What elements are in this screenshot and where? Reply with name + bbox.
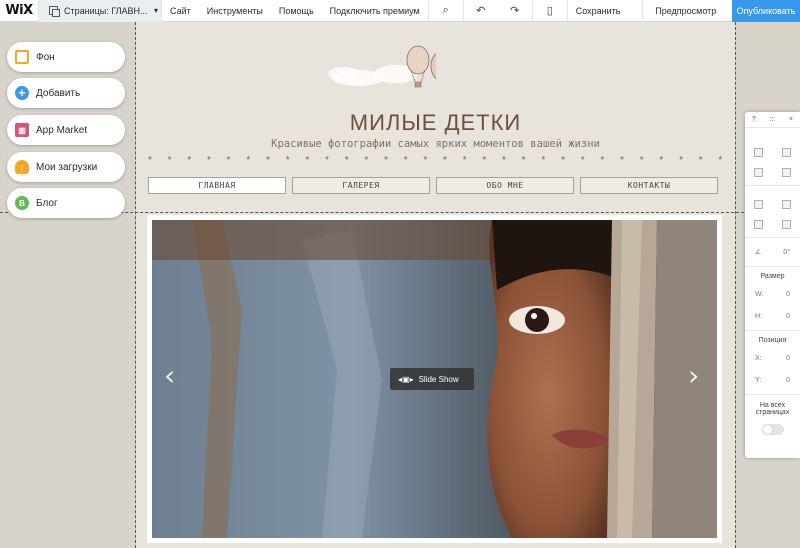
menu-site[interactable]: Сайт xyxy=(162,0,199,22)
paste-icon[interactable] xyxy=(781,147,791,157)
slideshow-badge[interactable]: ◂▣▸ Slide Show xyxy=(390,368,474,390)
height-label: H: xyxy=(755,312,762,320)
pages-icon xyxy=(49,6,60,17)
canvas-guide-right xyxy=(735,22,736,548)
upload-icon: ↑ xyxy=(15,160,29,174)
left-panel-label: Добавить xyxy=(36,87,81,99)
slideshow-prev-icon[interactable]: ‹ xyxy=(164,362,175,390)
left-panel-label: Блог xyxy=(36,197,58,209)
distribute-icon[interactable] xyxy=(781,219,791,229)
slideshow-badge-label: Slide Show xyxy=(418,374,459,384)
inspector-divider xyxy=(745,237,800,238)
mobile-view-icon[interactable]: ▯ xyxy=(533,0,567,22)
x-label: X: xyxy=(755,354,762,362)
menu-tools[interactable]: Инструменты xyxy=(199,0,271,22)
width-value: 0 xyxy=(786,290,790,298)
nav-gallery[interactable]: ГАЛЕРЕЯ xyxy=(292,177,430,194)
page-selector[interactable]: Страницы: ГЛАВН... ▾ xyxy=(38,0,162,22)
width-field[interactable]: W: 0 xyxy=(745,283,800,305)
size-label: Размер xyxy=(760,273,785,280)
wix-logo[interactable]: WiX xyxy=(0,0,38,22)
left-panel-app-market[interactable]: ▥ App Market xyxy=(7,115,125,145)
close-icon[interactable]: × xyxy=(789,116,793,123)
menu-help[interactable]: Помощь xyxy=(271,0,322,22)
plus-icon: + xyxy=(15,86,29,100)
help-icon[interactable]: ? xyxy=(752,116,756,123)
height-field[interactable]: H: 0 xyxy=(745,305,800,327)
bring-forward-icon[interactable] xyxy=(754,199,764,209)
left-panel-uploads[interactable]: ↑ Мои загрузки xyxy=(7,152,125,182)
nav-about[interactable]: ОБО МНЕ xyxy=(436,177,574,194)
all-pages-label: На всех страницах xyxy=(755,402,790,416)
inspector-divider xyxy=(745,185,800,186)
rotation-field[interactable]: ∠ 0° xyxy=(745,241,800,263)
position-label: Позиция xyxy=(758,337,787,344)
height-value: 0 xyxy=(786,312,790,320)
left-panel-label: App Market xyxy=(36,124,88,136)
inspector-duplicate-row xyxy=(745,162,800,182)
x-value: 0 xyxy=(786,354,790,362)
site-title[interactable]: МИЛЫЕ ДЕТКИ xyxy=(136,110,735,136)
y-value: 0 xyxy=(786,376,790,384)
inspector-header: ? ::: × xyxy=(745,112,800,128)
inspector-copy-row xyxy=(745,142,800,162)
background-icon xyxy=(15,50,29,64)
trash-icon[interactable] xyxy=(781,167,791,177)
slideshow-next-icon[interactable]: › xyxy=(688,362,699,390)
left-panel-label: Мои загрузки xyxy=(36,161,98,173)
inspector-divider xyxy=(745,266,800,267)
inspector-align-row xyxy=(745,214,800,234)
left-panel-label: Фон xyxy=(36,51,55,63)
undo-icon[interactable]: ↶ xyxy=(464,0,498,22)
redo-icon[interactable]: ↷ xyxy=(498,0,532,22)
inspector-divider xyxy=(745,330,800,331)
top-toolbar: WiX Страницы: ГЛАВН... ▾ Сайт Инструмент… xyxy=(0,0,800,22)
image-icon: ◂▣▸ xyxy=(398,374,414,384)
publish-button[interactable]: Опубликовать xyxy=(732,0,800,22)
left-panel-blog[interactable]: B Блог xyxy=(7,188,125,218)
preview-button[interactable]: Предпросмотр xyxy=(643,0,729,22)
width-label: W: xyxy=(755,290,764,298)
star-divider: * * * * * * * * * * * * * * * * * * * * … xyxy=(148,155,728,166)
chevron-down-icon: ▾ xyxy=(153,6,158,15)
send-backward-icon[interactable] xyxy=(781,199,791,209)
nav-contacts[interactable]: КОНТАКТЫ xyxy=(580,177,718,194)
blog-icon: B xyxy=(15,196,29,210)
inspector-arrange-row xyxy=(745,194,800,214)
copy-icon[interactable] xyxy=(754,147,764,157)
x-field[interactable]: X: 0 xyxy=(745,347,800,369)
all-pages-toggle[interactable] xyxy=(761,424,784,435)
left-panel-background[interactable]: Фон xyxy=(7,42,125,72)
align-icon[interactable] xyxy=(754,219,764,229)
inspector-panel: ? ::: × ∠ 0° Размер W: 0 H: 0 Позиция X:… xyxy=(745,112,800,458)
inspector-divider xyxy=(745,394,800,395)
rotation-value: 0° xyxy=(783,248,790,256)
balloons-illustration[interactable] xyxy=(316,34,436,106)
page-selector-label: Страницы: ГЛАВН... xyxy=(64,5,148,16)
left-panel-add[interactable]: + Добавить xyxy=(7,78,125,108)
site-subtitle[interactable]: Красивые фотографии самых ярких моментов… xyxy=(136,138,735,150)
nav-home[interactable]: ГЛАВНАЯ xyxy=(148,177,286,194)
y-label: Y: xyxy=(755,376,762,384)
drag-handle-icon[interactable]: ::: xyxy=(769,116,775,123)
menu-premium[interactable]: Подключить премиум xyxy=(322,0,428,22)
save-button[interactable]: Сохранить xyxy=(568,0,642,22)
canvas-guide-left xyxy=(135,22,136,548)
zoom-icon[interactable]: ⌕ xyxy=(429,0,463,22)
duplicate-icon[interactable] xyxy=(754,167,764,177)
store-icon: ▥ xyxy=(15,123,29,137)
y-field[interactable]: Y: 0 xyxy=(745,369,800,391)
rotate-icon: ∠ xyxy=(755,249,762,256)
